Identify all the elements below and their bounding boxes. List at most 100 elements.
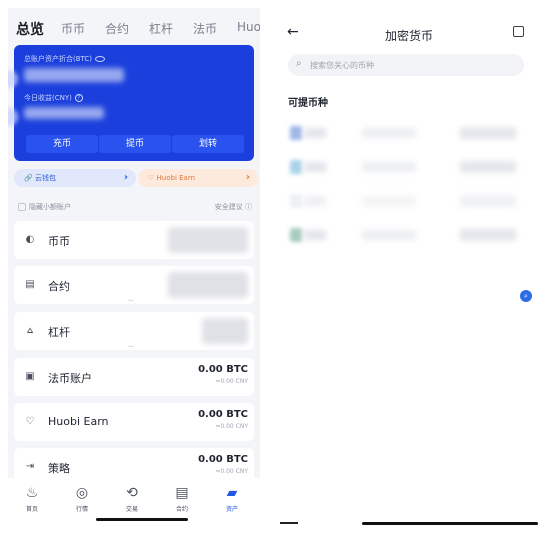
record-icon[interactable]: [513, 26, 524, 37]
nav-futures[interactable]: ▤ 合约: [162, 484, 202, 513]
trade-icon: ⟲: [126, 485, 138, 501]
account-name: 币币: [48, 235, 70, 248]
account-row-fiat[interactable]: ▣ 法币账户 0.00 BTC ≈0.00 CNY: [14, 358, 254, 396]
coin-symbol-hidden: [304, 162, 326, 172]
coin-symbol-hidden: [304, 128, 326, 138]
chevron-right-icon: ›: [245, 172, 250, 183]
help-icon[interactable]: ?: [74, 94, 83, 102]
nav-home[interactable]: ♨ 首页: [12, 484, 52, 513]
safety-tips-label: 安全建议: [214, 203, 243, 211]
safety-tips-link[interactable]: 安全建议 ⓘ: [215, 202, 252, 212]
divider: [280, 522, 298, 524]
tab-spot[interactable]: 币币: [61, 20, 85, 37]
deposit-button[interactable]: 充币: [26, 135, 98, 153]
expand-icon[interactable]: ︶: [128, 298, 134, 307]
checkbox-icon[interactable]: [18, 203, 26, 211]
link-icon: 🔗: [24, 174, 33, 182]
tab-margin[interactable]: 杠杆: [149, 20, 173, 37]
bottom-nav: ♨ 首页 ◎ 行情 ⟲ 交易 ▤ 合约 ▰ 资产: [8, 478, 260, 532]
nav-label: 交易: [125, 506, 138, 513]
coin-name-hidden: [362, 230, 416, 240]
nav-label: 资产: [225, 506, 238, 513]
coin-name-hidden: [362, 162, 416, 172]
account-cny: ≈0.00 CNY: [215, 468, 248, 475]
home-indicator: [362, 522, 538, 525]
account-balance-hidden: [202, 318, 248, 344]
coin-name-hidden: [362, 128, 416, 138]
nav-market[interactable]: ◎ 行情: [62, 484, 102, 513]
tab-futures[interactable]: 合约: [105, 20, 129, 37]
expand-icon[interactable]: ︶: [128, 344, 134, 353]
today-earnings-label: 今日收益(CNY)?: [24, 93, 83, 103]
account-balance-hidden: [168, 227, 248, 253]
coin-icon: [290, 126, 302, 140]
fiat-icon: ▣: [25, 371, 35, 382]
section-title: 可提币种: [288, 98, 328, 109]
coin-search[interactable]: ⌕: [288, 54, 524, 76]
cloud-wallet-button[interactable]: 🔗 云钱包 ›: [14, 169, 136, 187]
wallet-icon: ▰: [226, 485, 238, 501]
tab-overview[interactable]: 总览: [16, 19, 44, 39]
coin-icon: [290, 194, 302, 208]
transfer-button[interactable]: 划转: [172, 135, 244, 153]
coin-symbol-hidden: [304, 196, 326, 206]
account-name: 合约: [48, 280, 70, 293]
huobi-earn-button[interactable]: ♡ Huobi Earn ›: [138, 169, 258, 187]
strategy-icon: ⇥: [25, 461, 35, 472]
hide-small-label: 隐藏小额账户: [29, 203, 71, 211]
search-float-icon[interactable]: ⌕: [520, 290, 532, 302]
asset-summary-card: 总账户资产折合(BTC) 今日收益(CNY)? 充币 提币 划转: [14, 45, 254, 161]
heart-icon: ♡: [25, 416, 35, 427]
account-cny: ≈0.00 CNY: [215, 423, 248, 430]
account-tabs: 总览 币币 合约 杠杆 法币 Huo: [8, 8, 260, 46]
cloud-wallet-label: 云钱包: [34, 174, 56, 182]
today-earnings-value: [24, 107, 104, 119]
account-name: 策略: [48, 462, 70, 475]
huobi-earn-label: Huobi Earn: [156, 174, 196, 182]
account-amount: 0.00 BTC: [198, 454, 248, 465]
heart-icon: ♡: [148, 174, 155, 182]
account-name: Huobi Earn: [48, 415, 109, 428]
home-indicator: [96, 518, 188, 521]
compass-icon: ◎: [75, 485, 89, 501]
nav-label: 合约: [175, 506, 188, 513]
card-actions: 充币 提币 划转: [14, 135, 254, 161]
lever-icon: ⩟: [26, 325, 34, 336]
total-assets-label: 总账户资产折合(BTC): [24, 54, 106, 64]
coin-balance-hidden: [460, 161, 516, 173]
coin-icon: [290, 228, 302, 242]
account-name: 杠杆: [48, 326, 70, 339]
account-amount: 0.00 BTC: [198, 364, 248, 375]
coin-row[interactable]: [288, 120, 528, 146]
coin-name-hidden: [362, 196, 416, 206]
document-icon: ▤: [175, 485, 189, 501]
hide-small-toggle[interactable]: 隐藏小额账户: [18, 202, 71, 212]
nav-trade[interactable]: ⟲ 交易: [112, 484, 152, 513]
tab-fiat[interactable]: 法币: [193, 20, 217, 37]
flame-icon: ♨: [25, 485, 39, 501]
coin-row[interactable]: [288, 222, 528, 248]
search-input[interactable]: [310, 57, 510, 73]
account-cny: ≈0.00 CNY: [215, 378, 248, 385]
coin-row[interactable]: [288, 188, 528, 214]
toggle-icon: ◐: [25, 234, 35, 245]
crypto-withdraw-screen: ← 加密货币 ⌕ 可提币种 ⌕: [280, 8, 538, 532]
nav-label: 行情: [75, 506, 88, 513]
account-balance-hidden: [168, 272, 248, 298]
total-assets-value: [24, 68, 124, 82]
coin-icon: [290, 160, 302, 174]
coin-symbol-hidden: [304, 230, 326, 240]
search-icon: ⌕: [296, 58, 302, 69]
withdraw-button[interactable]: 提币: [99, 135, 171, 153]
asset-overview-screen: 总览 币币 合约 杠杆 法币 Huo 总账户资产折合(BTC) 今日收益(CNY…: [8, 8, 260, 532]
nav-assets[interactable]: ▰ 资产: [212, 484, 252, 513]
account-name: 法币账户: [48, 372, 92, 385]
coin-balance-hidden: [460, 195, 516, 207]
nav-label: 首页: [25, 506, 38, 513]
account-row-spot[interactable]: ◐ 币币: [14, 221, 254, 259]
tab-huobi[interactable]: Huo: [237, 20, 260, 34]
coin-row[interactable]: [288, 154, 528, 180]
account-row-earn[interactable]: ♡ Huobi Earn 0.00 BTC ≈0.00 CNY: [14, 403, 254, 441]
coin-balance-hidden: [460, 127, 516, 139]
eye-icon[interactable]: [95, 56, 106, 62]
